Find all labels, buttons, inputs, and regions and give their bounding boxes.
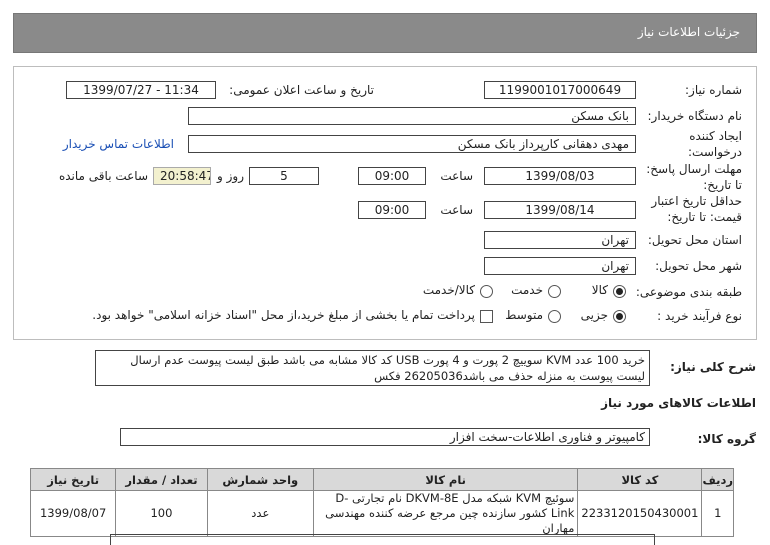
announce-datetime-field[interactable]: 1399/07/27 - 11:34 <box>66 81 216 99</box>
buyer-org-field[interactable]: بانک مسکن <box>188 107 636 125</box>
process-option-medium: متوسط <box>505 308 543 322</box>
process-type-label: نوع فرآیند خرید : <box>657 309 742 323</box>
table-row: 1 2233120150430001 سوئیچ KVM شبکه مدل DK… <box>29 490 734 537</box>
cell-name: سوئیچ KVM شبکه مدل DKVM-8E نام تجارتی D-… <box>312 490 579 537</box>
goods-section-title: اطلاعات کالاهای مورد نیاز <box>601 396 756 410</box>
need-number-label: شماره نیاز: <box>685 83 742 97</box>
treasury-payment-note: پرداخت تمام یا بخشی از مبلغ خرید،از محل … <box>92 308 475 322</box>
city-field[interactable]: تهران <box>484 257 636 275</box>
requester-field[interactable]: مهدی دهقانی کارپرداز بانک مسکن <box>188 135 636 153</box>
deadline-date-field[interactable]: 1399/08/03 <box>484 167 636 185</box>
validity-label-line1: حداقل تاریخ اعتبار <box>651 194 742 208</box>
category-option-goods-service: کالا/خدمت <box>422 283 475 297</box>
remaining-time-label: ساعت باقی مانده <box>58 169 148 183</box>
requester-label-line1: ایجاد کننده <box>689 129 742 143</box>
process-radio-medium[interactable] <box>548 310 561 323</box>
col-header-name: نام کالا <box>312 468 579 491</box>
goods-table-header: ردیف کد کالا نام کالا واحد شمارش تعداد /… <box>29 468 734 491</box>
deadline-time-field[interactable]: 09:00 <box>358 167 426 185</box>
need-description-label: شرح کلی نیاز: <box>670 360 756 374</box>
category-label: طبقه بندی موضوعی: <box>635 285 742 299</box>
col-header-unit: واحد شمارش <box>206 468 314 491</box>
validity-label-line2: قیمت: تا تاریخ: <box>667 210 742 224</box>
need-number-field[interactable]: 1199001017000649 <box>484 81 636 99</box>
city-label: شهر محل تحویل: <box>655 259 742 273</box>
goods-group-field: کامپیوتر و فناوری اطلاعات-سخت افزار <box>120 428 650 446</box>
cell-date: 1399/08/07 <box>29 490 117 537</box>
validity-date-field[interactable]: 1399/08/14 <box>484 201 636 219</box>
announce-datetime-label: تاریخ و ساعت اعلان عمومی: <box>229 83 374 97</box>
col-header-code: کد کالا <box>577 468 703 491</box>
treasury-payment-checkbox[interactable] <box>480 310 493 323</box>
validity-time-field[interactable]: 09:00 <box>358 201 426 219</box>
requester-label-line2: درخواست: <box>688 145 742 159</box>
days-label: روز و <box>217 169 244 183</box>
days-remaining-field[interactable]: 5 <box>249 167 319 185</box>
goods-table: ردیف کد کالا نام کالا واحد شمارش تعداد /… <box>29 468 734 537</box>
category-radio-goods-service[interactable] <box>480 285 493 298</box>
goods-group-label: گروه کالا: <box>697 432 756 446</box>
page-title: جزئیات اطلاعات نیاز <box>637 25 740 39</box>
category-option-goods: کالا <box>591 283 608 297</box>
category-radio-service[interactable] <box>548 285 561 298</box>
process-option-minor: جزیی <box>580 308 608 322</box>
remaining-time-field: 20:58:47 <box>153 167 211 185</box>
province-label: استان محل تحویل: <box>647 233 742 247</box>
col-header-row: ردیف <box>701 468 734 491</box>
cell-qty: 100 <box>115 490 208 537</box>
province-field[interactable]: تهران <box>484 231 636 249</box>
category-option-service: خدمت <box>511 283 543 297</box>
deadline-time-label: ساعت <box>440 169 473 183</box>
cell-unit: عدد <box>206 490 314 537</box>
buyer-org-label: نام دستگاه خریدار: <box>647 109 743 123</box>
col-header-qty: تعداد / مقدار <box>115 468 208 491</box>
process-radio-minor[interactable] <box>613 310 626 323</box>
validity-time-label: ساعت <box>440 203 473 217</box>
deadline-label-line1: مهلت ارسال پاسخ: <box>646 162 742 176</box>
need-description-box: خرید 100 عدد KVM سوییچ 2 پورت و 4 پورت U… <box>95 350 650 386</box>
deadline-label-line2: تا تاریخ: <box>703 178 742 192</box>
col-header-date: تاریخ نیاز <box>29 468 117 491</box>
cell-code: 2233120150430001 <box>577 490 703 537</box>
need-details-form: شماره نیاز: 1199001017000649 تاریخ و ساع… <box>13 66 757 340</box>
category-radio-goods[interactable] <box>613 285 626 298</box>
page-header: جزئیات اطلاعات نیاز <box>13 13 757 53</box>
cell-row: 1 <box>701 490 734 537</box>
buyer-contact-link[interactable]: اطلاعات تماس خریدار <box>63 137 174 151</box>
next-section-box <box>110 534 655 545</box>
